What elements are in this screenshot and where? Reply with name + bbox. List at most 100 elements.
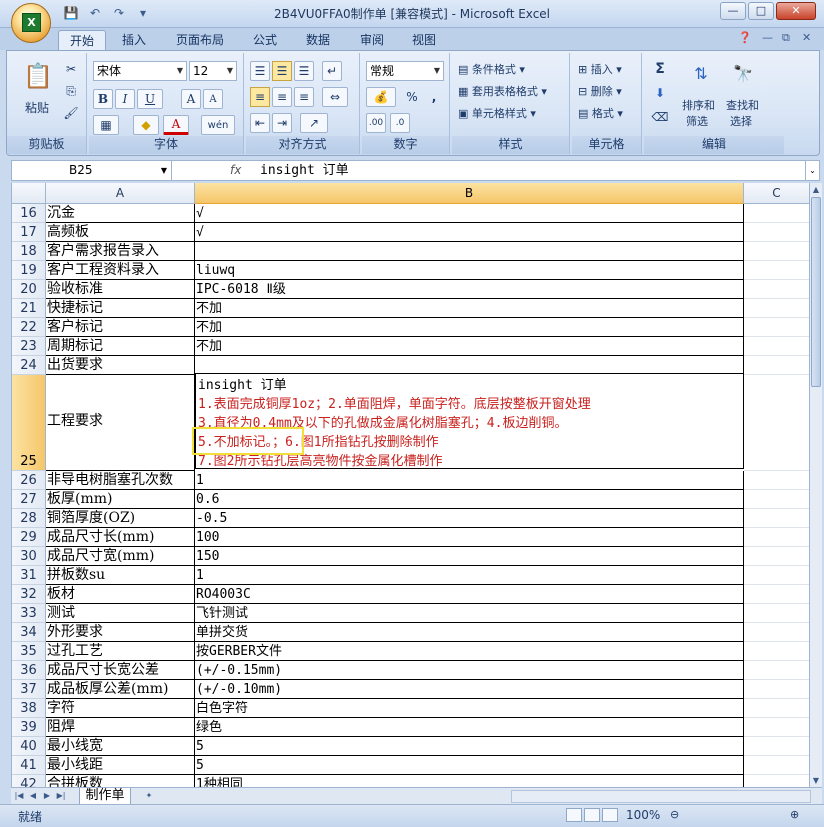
cell-c[interactable] <box>744 623 809 642</box>
tab-insert[interactable]: 插入 <box>112 30 156 50</box>
cell-a[interactable]: 成品板厚公差(mm) <box>46 680 195 699</box>
comma-button[interactable]: , <box>424 87 444 107</box>
merge-center-icon[interactable]: ⇔ <box>322 87 348 107</box>
row-header[interactable]: 41 <box>12 756 46 775</box>
help-icon[interactable]: ❓ <box>738 31 752 44</box>
cell-a[interactable]: 客户需求报告录入 <box>46 242 195 261</box>
cell-c[interactable] <box>744 528 809 547</box>
format-cells-button[interactable]: ▤ 格式 ▾ <box>578 105 623 121</box>
cell-b[interactable]: 5 <box>195 756 744 775</box>
cell-b[interactable]: 150 <box>195 547 744 566</box>
increase-decimal-icon[interactable]: .00 <box>366 113 386 133</box>
row-header[interactable]: 33 <box>12 604 46 623</box>
clear-icon[interactable]: ⌫ <box>650 107 670 127</box>
cell-c[interactable] <box>744 356 809 375</box>
cell-c[interactable] <box>744 661 809 680</box>
cell-c[interactable] <box>744 299 809 318</box>
cell-b[interactable]: √ <box>195 204 744 223</box>
sort-filter-icon[interactable]: ⇅ <box>686 59 716 87</box>
ribbon-close-button[interactable]: ✕ <box>802 31 811 44</box>
cell-c[interactable] <box>744 585 809 604</box>
paste-button[interactable]: 粘贴 <box>25 99 49 116</box>
table-format-button[interactable]: ▦ 套用表格格式 ▾ <box>458 83 547 99</box>
wrap-text-icon[interactable]: ↵ <box>322 61 342 81</box>
cell-a[interactable]: 非导电树脂塞孔次数 <box>46 471 195 490</box>
row-header[interactable]: 39 <box>12 718 46 737</box>
ribbon-minimize-button[interactable]: — <box>762 31 773 44</box>
orientation-icon[interactable]: ↗ <box>300 113 328 133</box>
maximize-button[interactable]: □ <box>748 2 774 20</box>
cell-b[interactable]: 不加 <box>195 318 744 337</box>
cell-b[interactable]: RO4003C <box>195 585 744 604</box>
decrease-decimal-icon[interactable]: .0 <box>390 113 410 133</box>
sort-filter-line2[interactable]: 筛选 <box>686 113 708 129</box>
cell-b[interactable]: -0.5 <box>195 509 744 528</box>
find-select-line2[interactable]: 选择 <box>730 113 752 129</box>
row-header[interactable]: 26 <box>12 471 46 490</box>
cell-a[interactable]: 出货要求 <box>46 356 195 375</box>
row-header[interactable]: 32 <box>12 585 46 604</box>
cell-a[interactable]: 客户标记 <box>46 318 195 337</box>
conditional-format-button[interactable]: ▤ 条件格式 ▾ <box>458 61 525 77</box>
cell-c[interactable] <box>744 756 809 775</box>
cell-c[interactable] <box>744 547 809 566</box>
close-button[interactable]: ✕ <box>776 2 816 20</box>
insert-cells-button[interactable]: ⊞ 插入 ▾ <box>578 61 622 77</box>
cell-b[interactable]: 按GERBER文件 <box>195 642 744 661</box>
row-header[interactable]: 18 <box>12 242 46 261</box>
formula-input[interactable]: insight 订单 <box>258 161 349 180</box>
name-box[interactable]: B25 ▼ <box>12 161 172 180</box>
align-middle-icon[interactable]: ☰ <box>272 61 292 81</box>
cell-b[interactable]: 白色字符 <box>195 699 744 718</box>
column-header-b[interactable]: B <box>195 183 744 204</box>
cell-c[interactable] <box>744 337 809 356</box>
column-header-c[interactable]: C <box>744 183 809 204</box>
cell-a[interactable]: 最小线宽 <box>46 737 195 756</box>
cut-icon[interactable]: ✂ <box>61 59 81 79</box>
last-sheet-icon[interactable]: ▶| <box>55 789 67 803</box>
zoom-in-icon[interactable]: ⊕ <box>790 808 799 821</box>
increase-indent-icon[interactable]: ⇥ <box>272 113 292 133</box>
prev-sheet-icon[interactable]: ◀ <box>27 789 39 803</box>
row-header[interactable]: 21 <box>12 299 46 318</box>
minimize-button[interactable]: — <box>720 2 746 20</box>
column-header-a[interactable]: A <box>46 183 195 204</box>
cell-b[interactable]: 100 <box>195 528 744 547</box>
cell-b[interactable]: 单拼交货 <box>195 623 744 642</box>
cell-b[interactable]: 1 <box>195 471 744 490</box>
cell-c[interactable] <box>744 566 809 585</box>
row-header[interactable]: 42 <box>12 775 46 787</box>
cell-c[interactable] <box>744 718 809 737</box>
horizontal-scrollbar[interactable] <box>511 790 811 803</box>
cell-a[interactable]: 拼板数su <box>46 566 195 585</box>
row-header[interactable]: 35 <box>12 642 46 661</box>
worksheet-grid[interactable]: A B C 16 沉金 √ 17 高频板 √ 18 客户需求报告录入 19 客户工程资料录入 liu… <box>11 183 809 787</box>
cell-a[interactable]: 成品尺寸长宽公差 <box>46 661 195 680</box>
underline-button[interactable]: U <box>137 89 163 109</box>
cell-b[interactable] <box>195 242 744 261</box>
align-center-icon[interactable]: ≡ <box>272 87 292 107</box>
ribbon-restore-button[interactable]: ⧉ <box>782 31 790 45</box>
row-header[interactable]: 36 <box>12 661 46 680</box>
number-format-select[interactable]: 常规 ▼ <box>366 61 444 81</box>
cell-c[interactable] <box>744 242 809 261</box>
cell-a[interactable]: 字符 <box>46 699 195 718</box>
cell-style-button[interactable]: ▣ 单元格样式 ▾ <box>458 105 536 121</box>
page-break-view-icon[interactable] <box>602 808 618 822</box>
bold-button[interactable]: B <box>93 89 113 109</box>
align-top-icon[interactable]: ☰ <box>250 61 270 81</box>
row-header[interactable]: 20 <box>12 280 46 299</box>
cell-b[interactable]: (+/-0.15mm) <box>195 661 744 680</box>
cell-b[interactable]: liuwq <box>195 261 744 280</box>
sheet-tab[interactable]: 制作单 <box>79 788 131 805</box>
sort-filter-line1[interactable]: 排序和 <box>682 97 715 113</box>
cell-c[interactable] <box>744 490 809 509</box>
align-bottom-icon[interactable]: ☰ <box>294 61 314 81</box>
align-left-icon[interactable]: ≡ <box>250 87 270 107</box>
font-size-select[interactable]: 12 ▼ <box>189 61 237 81</box>
cell-a[interactable]: 成品尺寸宽(mm) <box>46 547 195 566</box>
normal-view-icon[interactable] <box>566 808 582 822</box>
cell-a[interactable]: 外形要求 <box>46 623 195 642</box>
row-header[interactable]: 34 <box>12 623 46 642</box>
next-sheet-icon[interactable]: ▶ <box>41 789 53 803</box>
